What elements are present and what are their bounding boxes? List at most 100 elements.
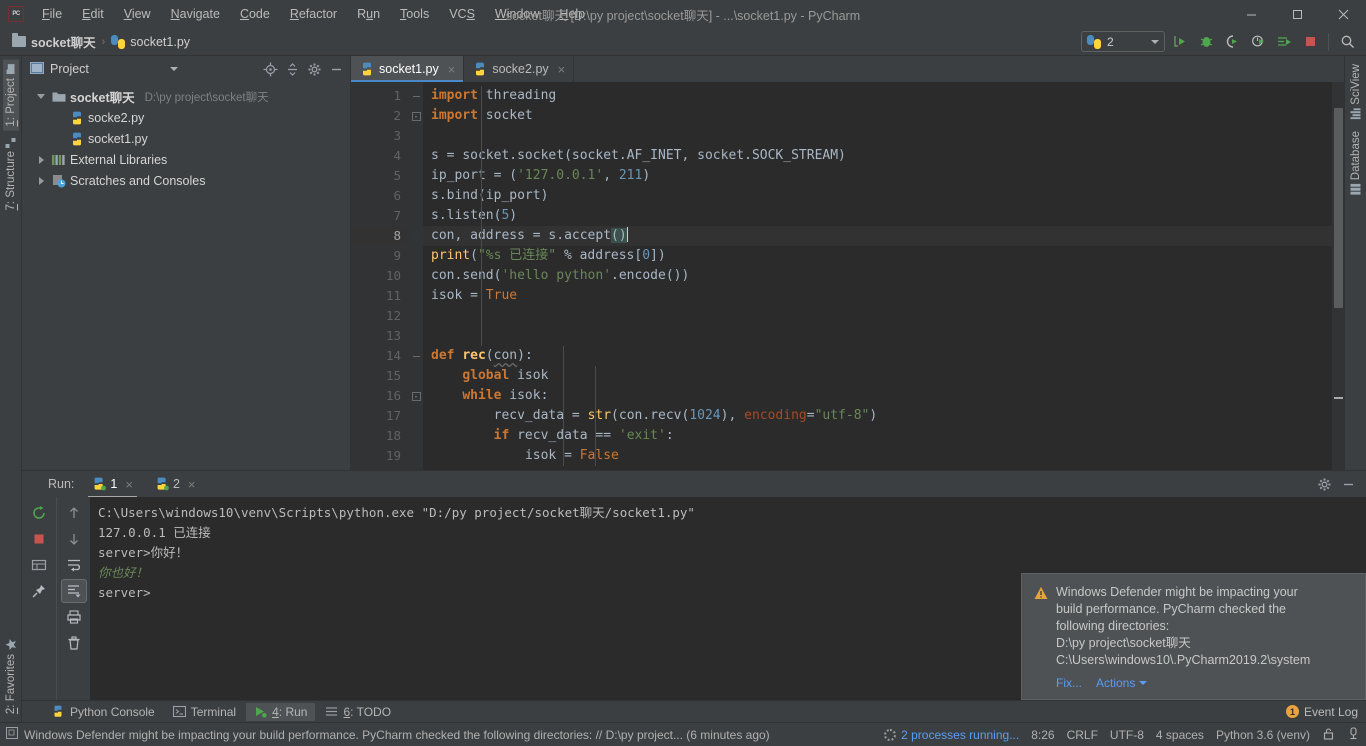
code-line[interactable] [423,306,1332,326]
code-line[interactable] [423,126,1332,146]
code-line[interactable]: global isok [423,366,1332,386]
line-number[interactable]: 9 [351,246,409,266]
fix-link[interactable]: Fix... [1056,676,1082,690]
status-message-area[interactable]: Windows Defender might be impacting your… [6,727,770,742]
settings-gear-icon[interactable] [1314,474,1334,494]
line-number[interactable]: 13 [351,326,409,346]
line-number[interactable]: 19 [351,446,409,466]
tool-window-button-structure[interactable]: 7: Structure [3,133,19,214]
clear-all-icon[interactable] [61,631,87,655]
code-line[interactable] [423,326,1332,346]
code-line[interactable]: recv_data = str(con.recv(1024), encoding… [423,406,1332,426]
line-number[interactable]: 18 [351,426,409,446]
run-configuration-selector[interactable]: 2 [1081,31,1165,52]
editor-tab-socket1-py[interactable]: socket1.py × [351,56,465,82]
chevron-right-icon[interactable] [34,176,48,185]
actions-link[interactable]: Actions [1096,676,1135,690]
close-icon[interactable]: × [558,62,566,77]
code-line[interactable]: s = socket.socket(socket.AF_INET, socket… [423,146,1332,166]
line-number[interactable]: 7 [351,206,409,226]
code-editor[interactable]: 1 2 3 4 5 6 7 8 9 10 11 12 13 14 15 16 17 18 19 -- import … [351,82,1344,470]
fold-region-start[interactable] [409,346,423,366]
file-encoding[interactable]: UTF-8 [1110,728,1144,742]
code-line[interactable]: print("%s 已连接" % address[0]) [423,246,1332,266]
fold-collapse-icon[interactable]: - [409,386,423,406]
line-number[interactable]: 12 [351,306,409,326]
menu-item-window[interactable]: Window [485,3,549,25]
minimize-button[interactable] [1228,0,1274,28]
hide-panel-icon[interactable] [326,59,346,79]
attach-to-process-icon[interactable] [1273,31,1295,53]
profile-icon[interactable] [1247,31,1269,53]
code-line[interactable]: s.bind(ip_port) [423,186,1332,206]
caret-position[interactable]: 8:26 [1031,728,1054,742]
maximize-button[interactable] [1274,0,1320,28]
menu-item-refactor[interactable]: Refactor [280,3,347,25]
indent-setting[interactable]: 4 spaces [1156,728,1204,742]
chevron-down-icon[interactable] [1139,681,1148,685]
menu-item-file[interactable]: File [32,3,72,25]
code-line[interactable]: isok = True [423,286,1332,306]
line-number[interactable]: 2 [351,106,409,126]
menu-item-tools[interactable]: Tools [390,3,439,25]
close-icon[interactable]: × [188,477,196,492]
debug-icon[interactable] [1195,31,1217,53]
bottom-tab-pythonconsole[interactable]: Python Console [44,703,163,721]
stop-icon[interactable] [26,527,52,551]
scroll-to-end-icon[interactable] [60,579,87,603]
menu-item-vcs[interactable]: VCS [439,3,485,25]
line-number[interactable]: 5 [351,166,409,186]
menu-item-help[interactable]: Help [549,3,595,25]
close-icon[interactable]: × [448,62,456,77]
stop-icon[interactable] [1299,31,1321,53]
rerun-icon[interactable] [26,501,52,525]
python-interpreter[interactable]: Python 3.6 (venv) [1216,728,1310,742]
line-number[interactable]: 6 [351,186,409,206]
tree-node[interactable]: socke2.py [22,107,350,128]
breadcrumb-file[interactable]: socket1.py [107,33,194,51]
line-number[interactable]: 17 [351,406,409,426]
close-icon[interactable]: × [125,477,133,492]
tool-window-button-sciview[interactable]: SciView [1348,60,1364,123]
line-number[interactable]: 3 [351,126,409,146]
fold-collapse-icon[interactable]: - [409,106,423,126]
line-number[interactable]: 15 [351,366,409,386]
tree-node[interactable]: External Libraries [22,149,350,170]
line-number[interactable]: 1 [351,86,409,106]
settings-gear-icon[interactable] [304,59,324,79]
code-line[interactable]: con, address = s.accept() [423,226,1332,246]
menu-item-edit[interactable]: Edit [72,3,114,25]
menu-item-navigate[interactable]: Navigate [161,3,230,25]
run-icon[interactable] [1169,31,1191,53]
menu-item-code[interactable]: Code [230,3,280,25]
code-line[interactable]: if recv_data == 'exit': [423,426,1332,446]
run-tab-2[interactable]: 2 × [149,474,202,495]
menu-item-run[interactable]: Run [347,3,390,25]
run-tab-1[interactable]: 1 × [86,474,139,498]
line-number[interactable]: 14 [351,346,409,366]
code-line[interactable]: con.send('hello python'.encode()) [423,266,1332,286]
bottom-tab-run[interactable]: 4: Run [246,702,316,721]
scroll-down-icon[interactable] [61,527,87,551]
print-icon[interactable] [61,605,87,629]
error-stripe-marker[interactable] [1332,82,1344,470]
coverage-icon[interactable] [1221,31,1243,53]
scroll-up-icon[interactable] [61,501,87,525]
process-indicator[interactable]: 2 processes running... [884,728,1019,742]
code-line[interactable]: ip_port = ('127.0.0.1', 211) [423,166,1332,186]
collapse-all-icon[interactable] [282,59,302,79]
tree-node[interactable]: socket聊天 D:\py project\socket聊天 [22,86,350,107]
tree-node[interactable]: Scratches and Consoles [22,170,350,191]
menu-item-view[interactable]: View [114,3,161,25]
chevron-down-icon[interactable] [170,67,179,71]
line-number[interactable]: 4 [351,146,409,166]
fold-region-start[interactable] [409,86,423,106]
lock-icon[interactable] [1322,727,1335,743]
soft-wrap-icon[interactable] [61,553,87,577]
line-separator[interactable]: CRLF [1067,728,1098,742]
bottom-tab-terminal[interactable]: Terminal [165,703,244,721]
code-line[interactable]: isok = False [423,446,1332,466]
close-button[interactable] [1320,0,1366,28]
source-code[interactable]: import threading import socket s = socket… [423,82,1332,470]
chevron-down-icon[interactable] [34,94,48,99]
